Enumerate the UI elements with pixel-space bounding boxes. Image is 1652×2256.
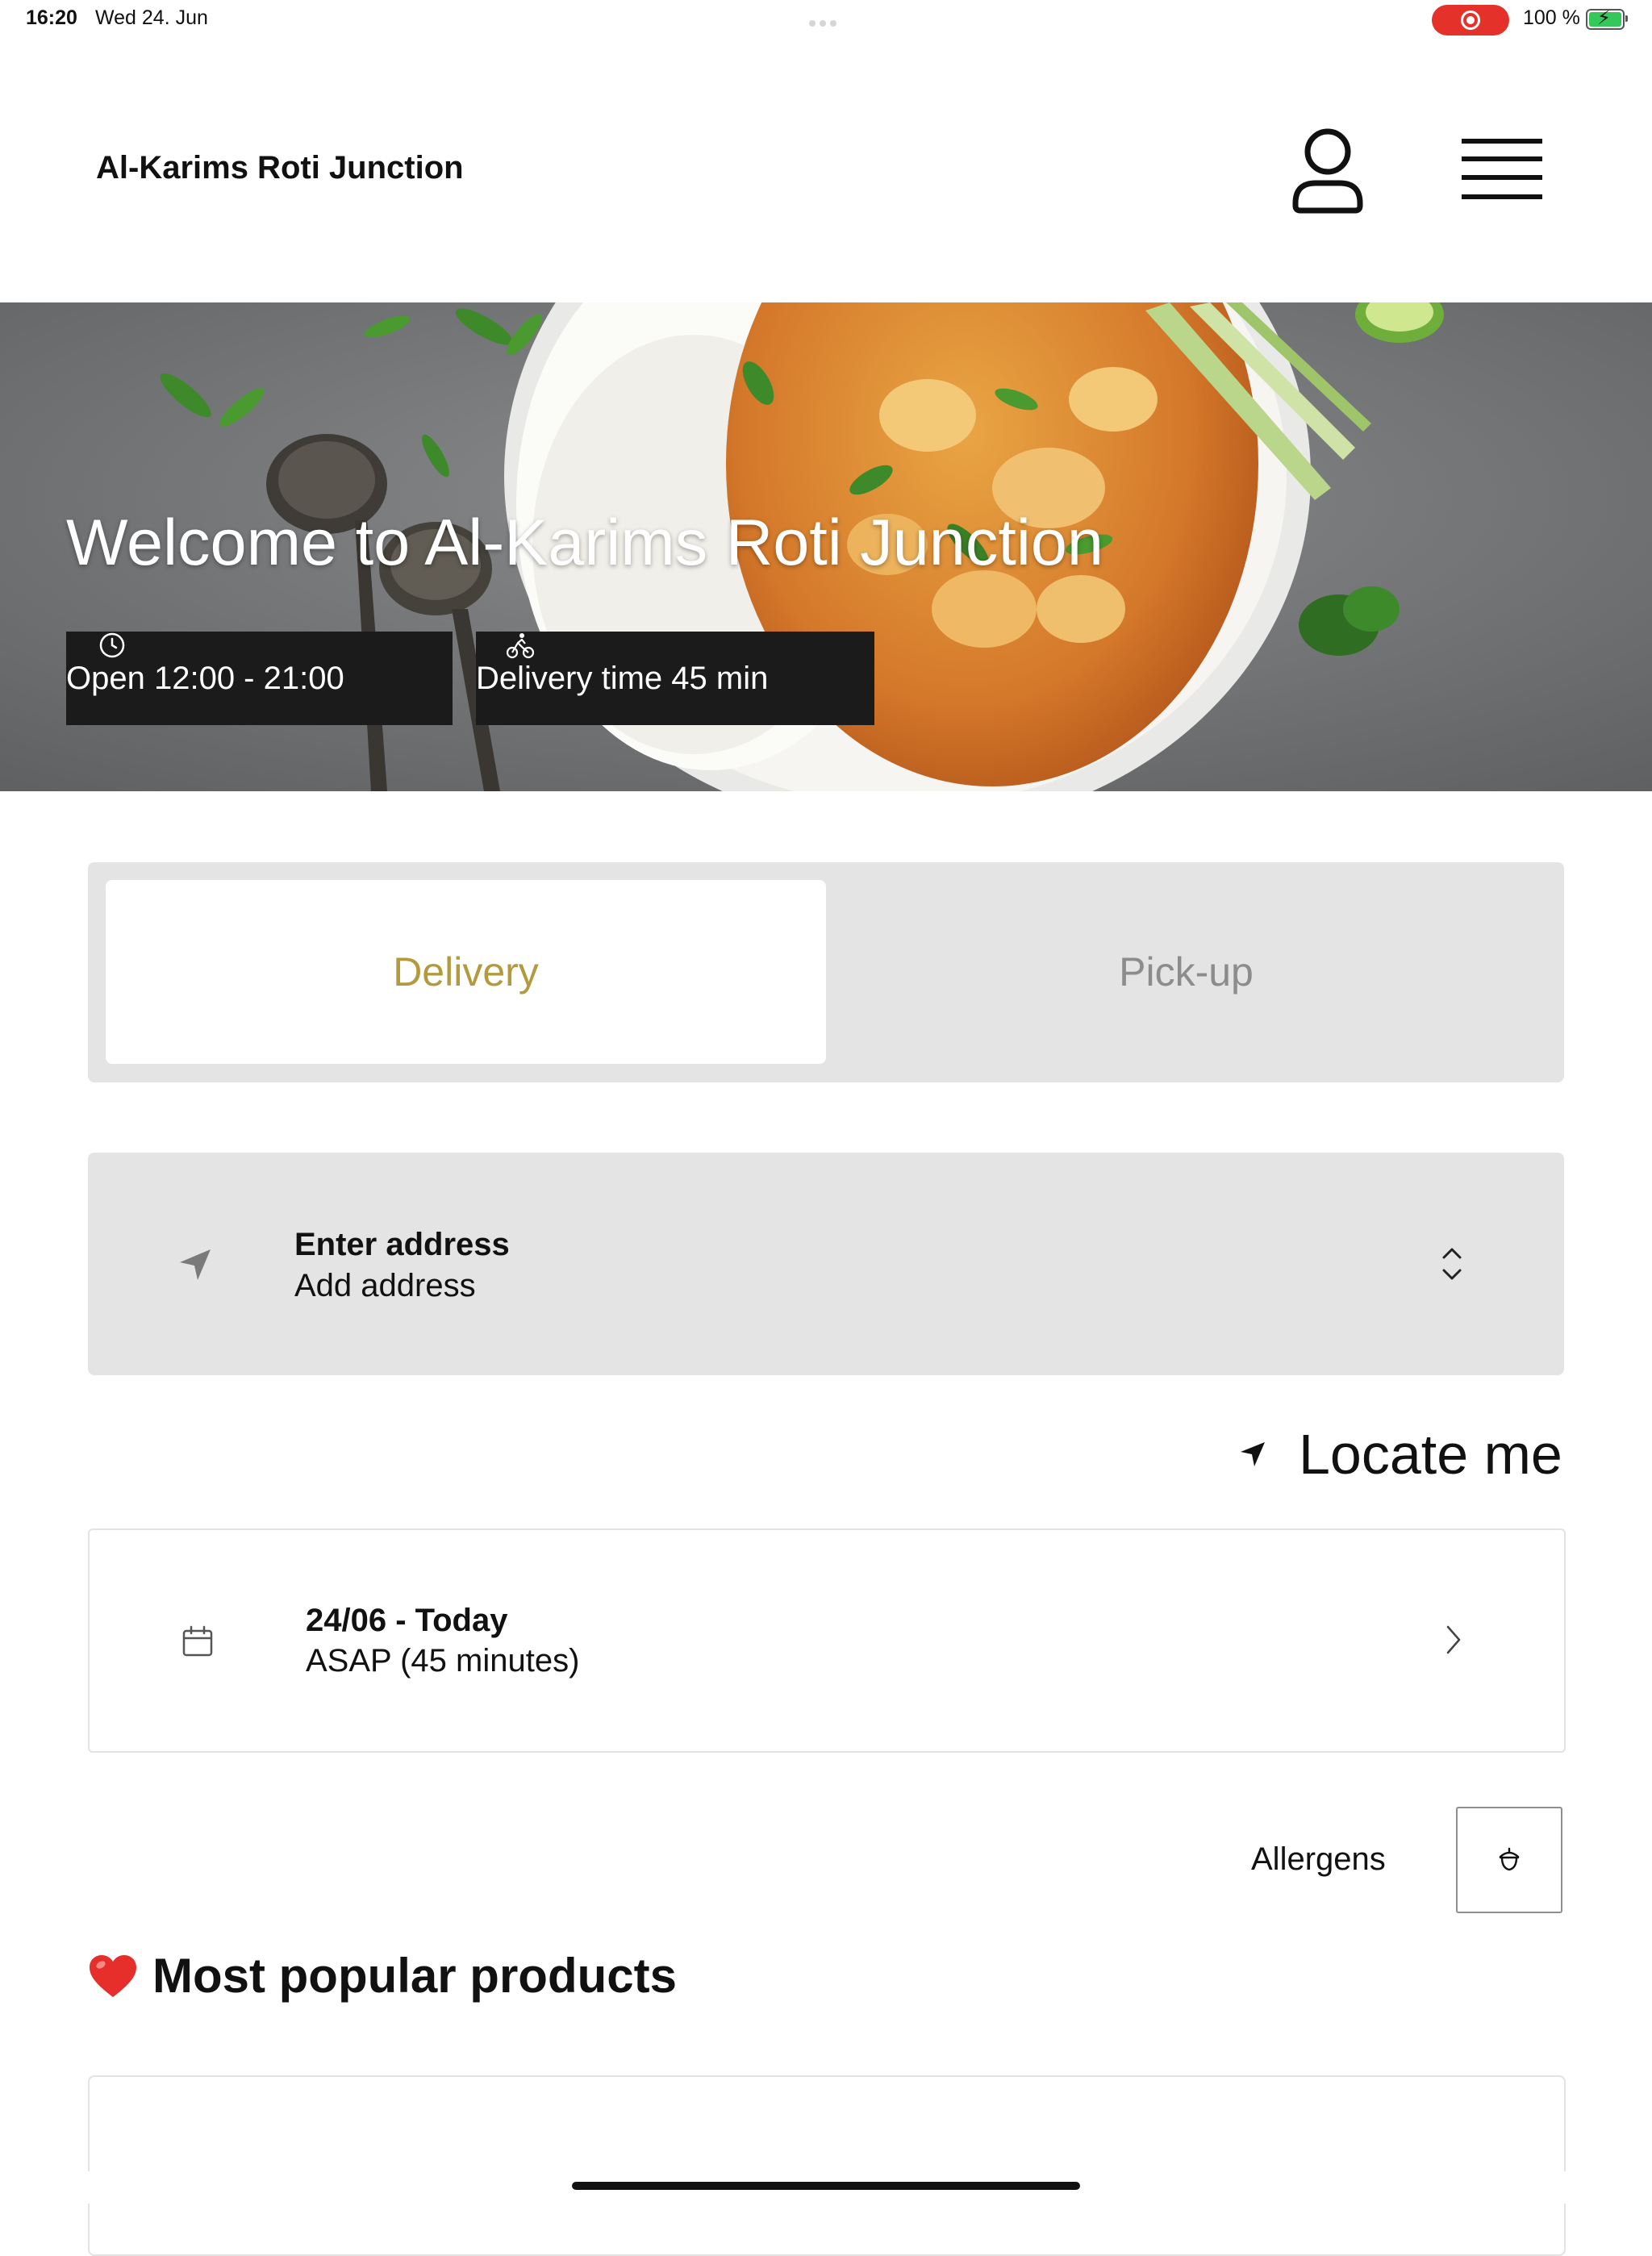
opening-hours-chip: Open 12:00 - 21:00 [66, 632, 453, 725]
multitasking-dots-icon[interactable] [809, 16, 843, 27]
battery-charging-icon: ⚡ [1586, 7, 1628, 30]
allergens-label: Allergens [1251, 1841, 1386, 1877]
restaurant-name[interactable]: Al-Karims Roti Junction [96, 150, 464, 186]
opening-hours-text: Open 12:00 - 21:00 [66, 660, 344, 696]
schedule-date: 24/06 - Today [306, 1603, 508, 1638]
pickup-tab[interactable]: Pick-up [826, 880, 1546, 1064]
acorn-allergen-icon [1499, 1847, 1520, 1871]
delivery-time-selector[interactable]: 24/06 - Today ASAP (45 minutes) [88, 1528, 1566, 1753]
schedule-time: ASAP (45 minutes) [306, 1643, 580, 1678]
home-indicator[interactable] [572, 2182, 1080, 2190]
battery-percent: 100 % [1523, 6, 1580, 29]
locate-me-button[interactable]: Locate me [1239, 1418, 1562, 1491]
status-bar: 16:20 Wed 24. Jun 100 % ⚡ [0, 0, 1652, 39]
account-icon[interactable] [1287, 125, 1368, 218]
delivery-time-chip: Delivery time 45 min [476, 632, 874, 725]
status-time: 16:20 [26, 6, 77, 29]
delivery-time-text: Delivery time 45 min [476, 660, 769, 696]
chevron-up-down-icon [1442, 1248, 1462, 1280]
delivery-tab[interactable]: Delivery [106, 880, 826, 1064]
product-card[interactable] [88, 2075, 1566, 2256]
screen-recording-icon [1432, 5, 1509, 35]
clock-icon [99, 632, 125, 658]
order-mode-toggle: Delivery Pick-up [88, 862, 1564, 1082]
address-title: Enter address [294, 1227, 510, 1262]
address-selector[interactable]: Enter address Add address [88, 1153, 1564, 1375]
hero-title: Welcome to Al-Karims Roti Junction [66, 507, 1103, 579]
hero-banner: Welcome to Al-Karims Roti Junction Open … [0, 302, 1652, 791]
location-arrow-icon [1241, 1442, 1265, 1466]
allergens-button[interactable] [1456, 1807, 1562, 1913]
heart-icon [90, 1954, 136, 1997]
address-subtitle: Add address [294, 1268, 476, 1303]
chevron-right-icon [1446, 1625, 1461, 1654]
calendar-icon [182, 1625, 213, 1657]
hamburger-menu-icon[interactable] [1460, 133, 1544, 206]
navigation-arrow-icon [180, 1249, 211, 1280]
bicycle-courier-icon [507, 633, 534, 659]
locate-me-label: Locate me [1299, 1423, 1562, 1486]
popular-products-heading: Most popular products [88, 1948, 677, 2004]
status-date: Wed 24. Jun [95, 6, 208, 29]
popular-products-title: Most popular products [152, 1949, 677, 2003]
